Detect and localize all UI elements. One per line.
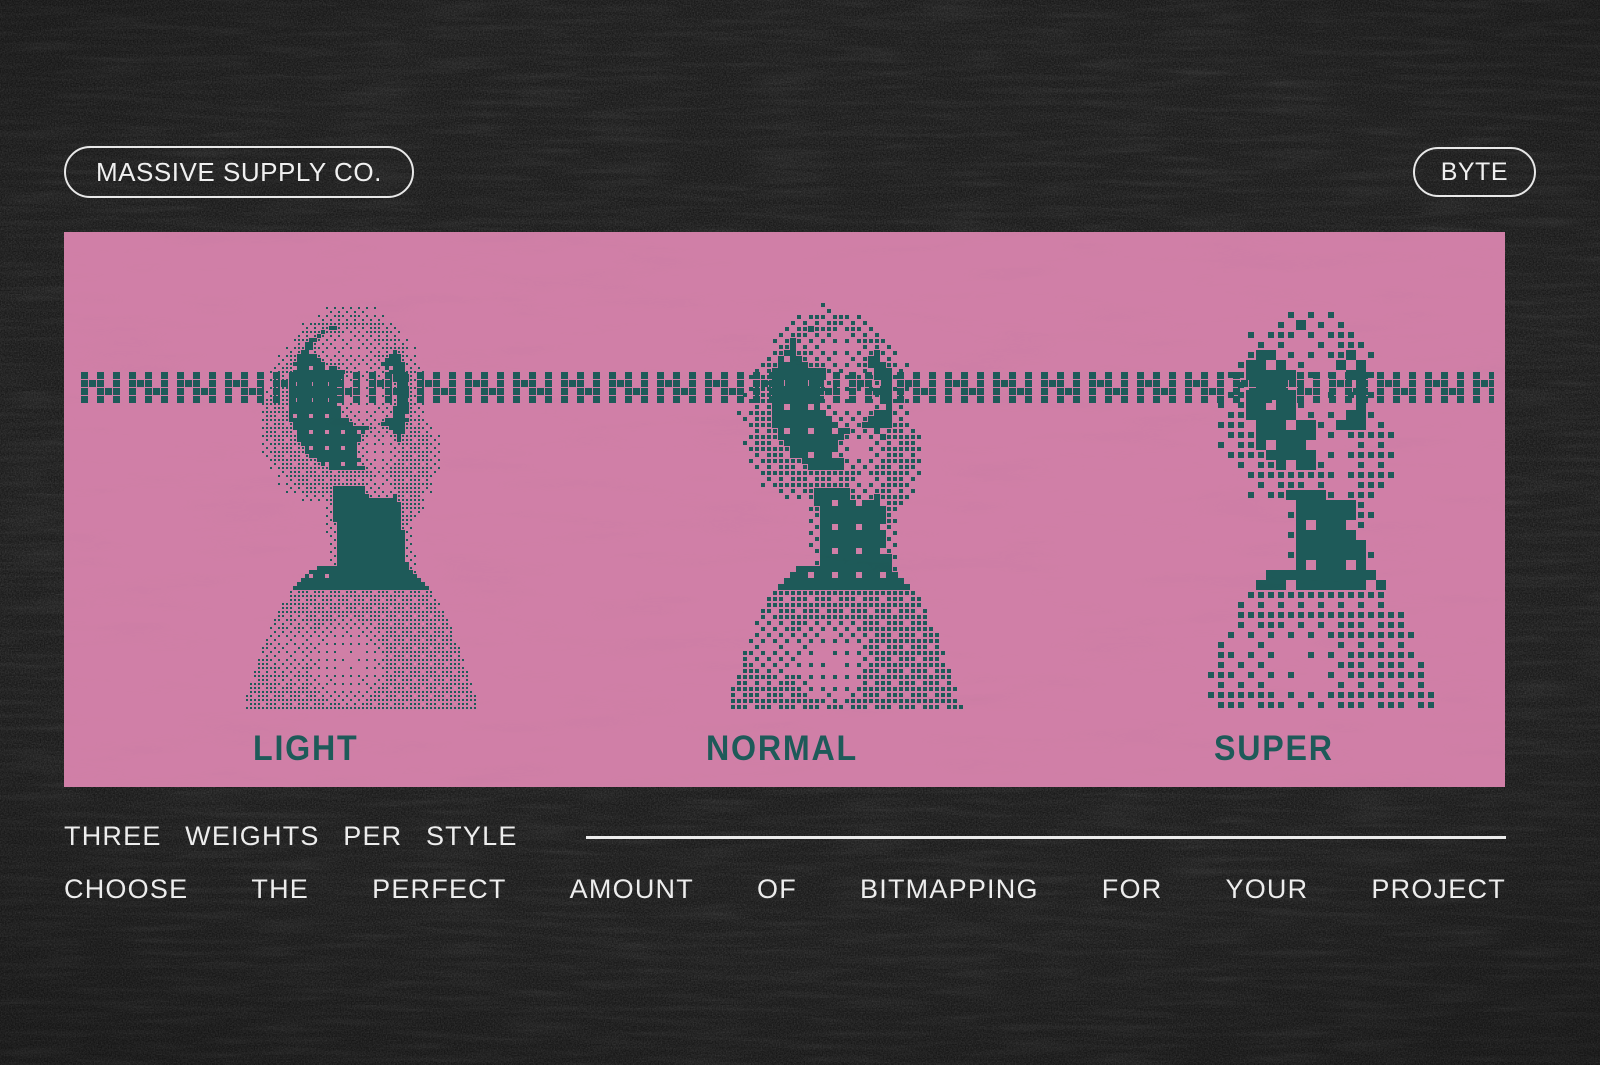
poster-footer: THREE WEIGHTS PER STYLE CHOOSE THE PERFECT… xyxy=(64,810,1506,916)
specimen-busts xyxy=(64,232,1505,787)
footer-word: PERFECT xyxy=(372,874,507,904)
poster-header: MASSIVE SUPPLY CO. BYTE xyxy=(0,143,1600,201)
weight-label-light: LIGHT xyxy=(253,729,359,768)
footer-tagline: THREE WEIGHTS PER STYLE xyxy=(64,821,518,851)
footer-word: YOUR xyxy=(1225,874,1309,904)
footer-word: AMOUNT xyxy=(569,874,694,904)
weight-label-normal: NORMAL xyxy=(706,729,858,768)
footer-word: OF xyxy=(757,874,797,904)
bust-normal xyxy=(731,303,963,709)
footer-row-tagline: THREE WEIGHTS PER STYLE xyxy=(64,810,1506,863)
footer-word: PROJECT xyxy=(1371,874,1506,904)
footer-word: FOR xyxy=(1101,874,1163,904)
footer-description: CHOOSE THE PERFECT AMOUNT OF BITMAPPING FOR YOU… xyxy=(64,874,1506,905)
footer-divider-rule xyxy=(585,836,1506,839)
bust-light xyxy=(246,307,476,709)
footer-word: CHOOSE xyxy=(64,874,189,904)
footer-word: THE xyxy=(251,874,310,904)
brand-badge[interactable]: MASSIVE SUPPLY CO. xyxy=(64,146,414,198)
product-badge[interactable]: BYTE xyxy=(1412,147,1536,197)
specimen-panel: LIGHT NORMAL SUPER xyxy=(64,232,1505,787)
footer-word: BITMAPPING xyxy=(860,874,1039,904)
footer-row-description: CHOOSE THE PERFECT AMOUNT OF BITMAPPING FOR YOU… xyxy=(64,863,1506,916)
poster-canvas: MASSIVE SUPPLY CO. BYTE LIGHT NORMAL SUP… xyxy=(0,0,1600,1065)
weight-label-super: SUPER xyxy=(1214,729,1334,768)
bust-super xyxy=(1208,312,1434,708)
